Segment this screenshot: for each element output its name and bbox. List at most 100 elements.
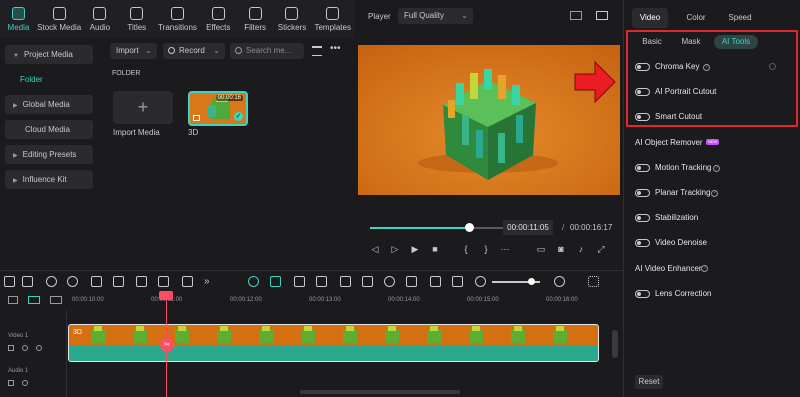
- horizontal-scrollbar[interactable]: [300, 390, 460, 394]
- lens-correction-toggle[interactable]: [635, 290, 650, 298]
- quality-dropdown[interactable]: Full Quality ⌄: [398, 8, 473, 24]
- ai-object-remover-label[interactable]: AI Object Remover: [635, 138, 703, 147]
- toolbar-effects-tab[interactable]: Effects: [200, 0, 237, 38]
- display-icon[interactable]: ▭: [536, 244, 546, 254]
- toolbar-templates-tab[interactable]: Templates: [310, 0, 355, 38]
- speaker-icon[interactable]: [22, 345, 28, 351]
- zoom-out-icon[interactable]: [475, 276, 486, 287]
- image-snapshot-icon[interactable]: [596, 11, 608, 20]
- timeline-video-clip[interactable]: 3D: [68, 324, 599, 362]
- tab-speed[interactable]: Speed: [722, 8, 758, 28]
- zoom-in-icon[interactable]: [554, 276, 565, 287]
- previous-frame-icon[interactable]: ◁: [370, 244, 380, 254]
- link-icon[interactable]: [28, 296, 40, 304]
- more-options-icon[interactable]: ⋯: [500, 244, 510, 254]
- play-icon[interactable]: ▶: [410, 244, 420, 254]
- step-forward-icon[interactable]: ▷: [390, 244, 400, 254]
- sidebar-item-cloud-media[interactable]: Cloud Media: [5, 120, 93, 139]
- toolbar-transitions-tab[interactable]: Transitions: [155, 0, 200, 38]
- shield-icon[interactable]: [362, 276, 373, 287]
- camera-icon[interactable]: ◙: [556, 244, 566, 254]
- fit-icon[interactable]: [452, 276, 463, 287]
- subtab-basic[interactable]: Basic: [638, 35, 666, 49]
- toolbar-media-tab[interactable]: Media: [0, 0, 37, 38]
- lock-icon[interactable]: [8, 380, 14, 386]
- audio-split-icon[interactable]: [316, 276, 327, 287]
- mark-in-icon[interactable]: {: [461, 244, 471, 254]
- media-clip-thumbnail[interactable]: 00:00:16 ✓: [188, 91, 248, 126]
- grid-view-icon[interactable]: [570, 11, 582, 20]
- import-dropdown[interactable]: Import ⌄: [110, 43, 157, 59]
- sidebar-item-folder[interactable]: Folder: [20, 75, 43, 84]
- import-media-tile[interactable]: +: [113, 91, 173, 124]
- more-chevron-icon[interactable]: »: [204, 276, 215, 287]
- eye-icon[interactable]: [36, 345, 42, 351]
- layout-grid-icon[interactable]: [4, 276, 15, 287]
- mark-out-icon[interactable]: }: [481, 244, 491, 254]
- reset-button[interactable]: Reset: [635, 375, 663, 389]
- scrub-bar-progress[interactable]: [370, 227, 469, 229]
- more-options-icon[interactable]: •••: [330, 43, 341, 54]
- undo-icon[interactable]: [46, 276, 57, 287]
- track-settings-icon[interactable]: [8, 296, 18, 304]
- lock-icon[interactable]: [8, 345, 14, 351]
- grid-options-icon[interactable]: [588, 276, 599, 287]
- chroma-key-toggle[interactable]: [635, 63, 650, 71]
- toolbar-audio-tab[interactable]: Audio: [81, 0, 118, 38]
- sidebar-item-influence-kit[interactable]: ▶ Influence Kit: [5, 170, 93, 189]
- stabilization-label: Stabilization: [655, 213, 699, 222]
- stop-icon[interactable]: ■: [430, 244, 440, 254]
- help-icon[interactable]: ?: [711, 190, 718, 197]
- toolbar-filters-tab[interactable]: Filters: [237, 0, 274, 38]
- help-icon[interactable]: ?: [713, 165, 720, 172]
- subtab-ai-tools[interactable]: AI Tools: [714, 35, 758, 49]
- screenshot-icon[interactable]: [430, 276, 441, 287]
- fullscreen-icon[interactable]: ⤢: [596, 244, 606, 254]
- subtab-mask[interactable]: Mask: [678, 35, 704, 49]
- speaker-icon[interactable]: [22, 380, 28, 386]
- select-arrow-icon[interactable]: [22, 276, 33, 287]
- redo-icon[interactable]: [67, 276, 78, 287]
- stabilization-toggle[interactable]: [635, 214, 650, 222]
- shape-icon[interactable]: [182, 276, 193, 287]
- smart-cutout-toggle[interactable]: [635, 113, 650, 121]
- motion-tracking-toggle[interactable]: [635, 164, 650, 172]
- timeline-ruler[interactable]: 00:00:10:00 00:00:11:00 00:00:12:00 00:0…: [0, 292, 623, 308]
- magnet-icon[interactable]: [50, 296, 62, 304]
- ai-portrait-cutout-toggle[interactable]: [635, 88, 650, 96]
- ai-tools-icon[interactable]: [270, 276, 281, 287]
- scissors-icon[interactable]: [113, 276, 124, 287]
- effects-icon[interactable]: [294, 276, 305, 287]
- help-icon[interactable]: ?: [703, 64, 710, 71]
- help-icon[interactable]: ?: [701, 265, 708, 272]
- delete-trash-icon[interactable]: [91, 276, 102, 287]
- record-dropdown[interactable]: Record ⌄: [163, 43, 225, 59]
- tab-video[interactable]: Video: [632, 8, 668, 28]
- expand-icon[interactable]: [769, 63, 776, 70]
- music-note-icon[interactable]: [406, 276, 417, 287]
- planar-tracking-toggle[interactable]: [635, 189, 650, 197]
- clip-label: 3D: [73, 329, 82, 336]
- zoom-slider-handle[interactable]: [528, 278, 535, 285]
- tab-color[interactable]: Color: [678, 8, 714, 28]
- split-scissors-icon[interactable]: ✂: [160, 338, 174, 352]
- sidebar-item-editing-presets[interactable]: ▶ Editing Presets: [5, 145, 93, 164]
- sidebar-item-project-media[interactable]: ▼ Project Media: [5, 45, 93, 64]
- crop-icon[interactable]: [136, 276, 147, 287]
- microphone-icon[interactable]: [384, 276, 395, 287]
- ai-video-enhancer-label[interactable]: AI Video Enhancer: [635, 264, 702, 273]
- sidebar-item-global-media[interactable]: ▶ Global Media: [5, 95, 93, 114]
- text-t-icon[interactable]: [158, 276, 169, 287]
- speed-icon[interactable]: [340, 276, 351, 287]
- snap-icon[interactable]: [248, 276, 259, 287]
- filter-icon[interactable]: [312, 46, 322, 56]
- scrub-handle[interactable]: [465, 223, 474, 232]
- toolbar-titles-tab[interactable]: Titles: [118, 0, 155, 38]
- toolbar-stickers-tab[interactable]: Stickers: [274, 0, 311, 38]
- vertical-scrollbar[interactable]: [612, 330, 618, 358]
- toolbar-stock-media-tab[interactable]: Stock Media: [37, 0, 82, 38]
- volume-icon[interactable]: ♪: [576, 244, 586, 254]
- search-input[interactable]: Search me...: [230, 43, 304, 59]
- video-denoise-toggle[interactable]: [635, 239, 650, 247]
- playhead-handle[interactable]: [159, 291, 173, 300]
